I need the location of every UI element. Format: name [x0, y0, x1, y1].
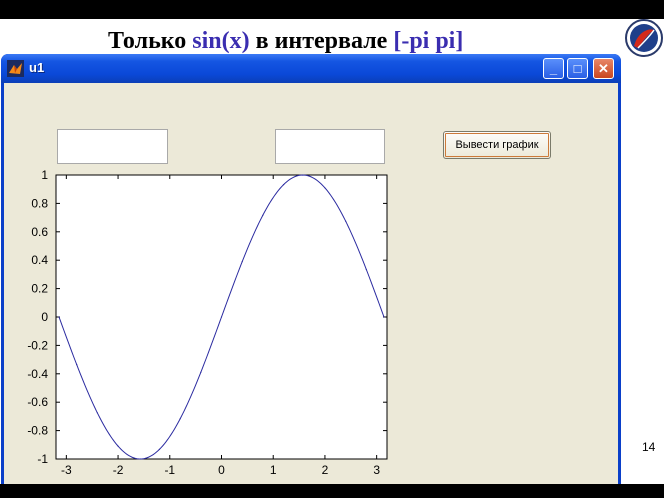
y-tick-label: 0.4	[31, 253, 48, 267]
data-point	[158, 448, 161, 450]
y-tick-label: 0.6	[31, 225, 48, 239]
minimize-icon: _	[549, 61, 558, 76]
maximize-button[interactable]: □	[567, 58, 588, 79]
data-point	[365, 268, 367, 271]
logo-icon	[625, 19, 663, 57]
slide-top-bar	[0, 0, 664, 19]
matlab-icon	[7, 60, 24, 77]
x-tick-label: -1	[164, 463, 175, 477]
data-point	[345, 220, 347, 222]
data-point	[324, 187, 326, 189]
matlab-figure-window: u1 _ □ ✕ Вывести график -3 -2 -1 0 1 2 3 1 0.8 0.…	[1, 54, 621, 484]
y-tick-label: -0.2	[27, 338, 48, 352]
close-icon: ✕	[598, 61, 609, 76]
y-tick-label: 1	[41, 168, 48, 182]
title-range: [-pi pi]	[393, 28, 464, 54]
y-tick-label: 0	[41, 310, 48, 324]
y-tick-label: 0.8	[31, 196, 48, 210]
x-tick-label: 3	[373, 463, 380, 477]
data-point	[76, 363, 78, 366]
maximize-icon: □	[573, 61, 582, 76]
x-tick-label: -3	[61, 463, 72, 477]
y-tick-label: -0.8	[27, 424, 48, 438]
slide-bottom-bar	[0, 484, 664, 498]
data-point	[200, 371, 202, 373]
sine-plot-axes: -3 -2 -1 0 1 2 3 1 0.8 0.6 0.4 0.2 0 -0.2 -0.4 -0.6 -0.8…	[27, 168, 388, 477]
x-tick-label: 0	[218, 463, 225, 477]
slide-title: Только sin(x) в интервале [-pi pi]	[108, 24, 463, 58]
data-point	[383, 316, 385, 318]
data-point	[220, 316, 223, 318]
minimize-button[interactable]: _	[543, 58, 564, 79]
y-tick-label: -0.6	[27, 395, 48, 409]
data-point	[302, 174, 304, 176]
y-tick-label: 0.2	[31, 282, 48, 296]
x-tick-label: 1	[270, 463, 277, 477]
title-middle: в интервале	[249, 28, 394, 54]
data-point	[282, 184, 285, 186]
data-point	[117, 445, 119, 447]
y-tick-label: -1	[37, 452, 48, 466]
figure-client-area: Вывести график -3 -2 -1 0 1 2 3 1 0.8 0.6 0.4 0.2 0-…	[4, 83, 618, 484]
data-point	[96, 412, 98, 414]
y-tick-label: -0.4	[27, 367, 48, 381]
data-point	[241, 261, 243, 263]
title-function: sin(x)	[192, 28, 250, 54]
close-button[interactable]: ✕	[593, 58, 614, 79]
title-prefix: Только	[108, 28, 193, 54]
data-point	[262, 214, 264, 216]
data-point	[58, 316, 60, 318]
x-tick-label: 2	[322, 463, 329, 477]
data-point	[179, 418, 181, 420]
window-titlebar[interactable]: u1 _ □ ✕	[1, 54, 621, 83]
x-tick-label: -2	[113, 463, 124, 477]
page-number: 14	[642, 440, 656, 454]
data-point	[139, 458, 141, 460]
window-title: u1	[29, 60, 45, 75]
